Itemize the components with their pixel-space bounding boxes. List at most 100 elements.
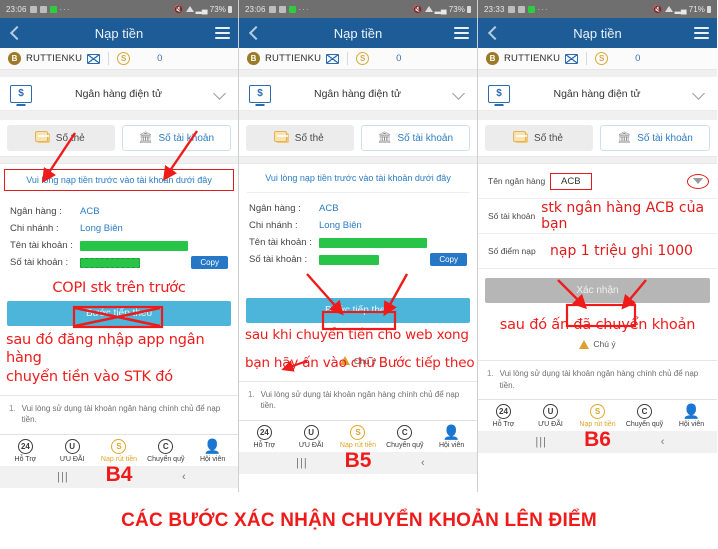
balance-value: 0	[157, 53, 163, 64]
spacer	[0, 111, 238, 120]
deposit-icon: S	[111, 438, 127, 454]
chevron-down-icon[interactable]	[693, 178, 703, 184]
step-label: B4	[105, 462, 133, 486]
nav-item-deposit-withdraw[interactable]: S Nạp rút tiền	[574, 404, 621, 428]
transfer-icon: C	[397, 424, 413, 440]
system-back-icon[interactable]: ‹	[182, 471, 186, 483]
copy-button[interactable]: Copy	[191, 256, 228, 269]
chevron-down-icon[interactable]	[213, 87, 226, 100]
menu-icon[interactable]	[454, 27, 469, 39]
nav-item-transfer[interactable]: C Chuyển quỹ	[381, 424, 428, 449]
signal-icon: ▂▄	[195, 4, 208, 14]
nav-item-deposit-withdraw[interactable]: S Nạp rút tiền	[96, 438, 143, 463]
status-bar: 23:33 ··· 🔇 ▂▄ 71%	[478, 0, 717, 18]
info-label: Tên tài khoản :	[249, 237, 312, 248]
tab-account-number[interactable]: 🏛 Số tài khoản	[360, 125, 470, 151]
nav-item-transfer[interactable]: C Chuyển quỹ	[142, 438, 189, 463]
bank-icon: 🏛	[377, 131, 392, 144]
balance-value: 0	[396, 53, 402, 64]
next-step-button[interactable]: Bước tiếp theo	[246, 298, 470, 323]
panel-row: 23:06 ··· 🔇 ▂▄ 73% Nạp tiền B RUTTIENKU …	[0, 0, 718, 492]
page-title: Nạp tiền	[573, 25, 622, 41]
form-row-account-number[interactable]: Số tài khoản stk ngân hàng ACB của bạn	[478, 199, 717, 234]
username: RUTTIENKU	[504, 53, 561, 64]
avatar: B	[8, 52, 21, 65]
system-back-icon[interactable]: ‹	[661, 436, 665, 448]
mail-icon[interactable]	[565, 53, 579, 64]
tab-account-number[interactable]: 🏛 Số tài khoản	[600, 125, 710, 151]
info-label: Ngân hàng :	[249, 203, 301, 214]
bottom-nav: 24 Hỗ Trợ U ƯU ĐÃI S Nạp rút tiền C Chuy…	[239, 419, 477, 452]
annotation-after-transfer: sau khi chuyển tiền cho web xong	[245, 327, 469, 343]
tab-card-number[interactable]: Số thẻ	[7, 125, 115, 151]
tab-card-label: Số thẻ	[534, 132, 563, 144]
chevron-down-icon[interactable]	[452, 87, 465, 100]
tab-card-label: Số thẻ	[294, 132, 324, 144]
payment-method-label: Ngân hàng điện tử	[553, 87, 641, 100]
mute-icon: 🔇	[173, 4, 184, 14]
cta-container: Bước tiếp theo	[0, 297, 238, 327]
info-label: Số tài khoản :	[249, 254, 308, 265]
nav-label: Hỗ Trợ	[14, 455, 37, 463]
nav-item-promotions[interactable]: U ƯU ĐÃI	[49, 438, 96, 463]
cta-container: Bước tiếp theo	[239, 294, 477, 323]
nav-item-promotions[interactable]: U ƯU ĐÃI	[527, 404, 574, 428]
info-row-account-name: Tên tài khoản :	[10, 237, 228, 254]
nav-item-member[interactable]: 👤 Hội viên	[428, 424, 475, 449]
tab-account-number[interactable]: 🏛 Số tài khoản	[121, 125, 231, 151]
nav-item-member[interactable]: 👤 Hội viên	[189, 438, 236, 463]
info-row-account-name: Tên tài khoản :	[249, 234, 467, 251]
spacer	[239, 111, 477, 120]
annotation-press-next: bạn hãy ấn vào chữ Bước tiếp theo	[245, 354, 475, 371]
more-icon: ···	[298, 4, 310, 14]
coin-icon: S	[595, 52, 609, 65]
nav-label: Hỗ Trợ	[253, 441, 276, 449]
payment-method-selector[interactable]: $ Ngân hàng điện tử	[0, 77, 238, 111]
payment-method-selector[interactable]: $ Ngân hàng điện tử	[239, 77, 477, 111]
nav-label: Hội viên	[678, 421, 705, 429]
form-label: Số tài khoản	[488, 211, 536, 221]
info-row-account-number: Số tài khoản : Copy	[10, 254, 228, 271]
chevron-down-icon[interactable]	[692, 87, 705, 100]
nav-item-support[interactable]: 24 Hỗ Trợ	[480, 404, 527, 428]
annotation-transfer: chuyển tiền vào STK đó	[6, 369, 173, 386]
nav-item-promotions[interactable]: U ƯU ĐÃI	[288, 424, 335, 449]
screenshot-panel-b5: 23:06 ··· 🔇 ▂▄ 73% Nạp tiền B RUTTIENKU …	[239, 0, 478, 492]
menu-icon[interactable]	[694, 27, 709, 39]
mail-icon[interactable]	[87, 53, 101, 64]
bank-name-value[interactable]: ACB	[550, 172, 592, 190]
nav-item-support[interactable]: 24 Hỗ Trợ	[241, 424, 288, 449]
nav-item-support[interactable]: 24 Hỗ Trợ	[2, 438, 49, 463]
tab-bar: Số thẻ 🏛 Số tài khoản	[478, 120, 717, 156]
bank-info-list: Ngân hàng : ACB Chi nhánh : Long Biên Tê…	[0, 196, 238, 275]
mail-icon[interactable]	[326, 53, 340, 64]
status-time: 23:33	[484, 4, 505, 14]
tab-card-number[interactable]: Số thẻ	[485, 125, 593, 151]
payment-method-selector[interactable]: $ Ngân hàng điện tử	[478, 77, 717, 111]
more-icon: ···	[537, 4, 549, 14]
deposit-notice-text: Vui lòng nạp tiền trước vào tài khoản dư…	[26, 175, 212, 185]
nav-item-deposit-withdraw[interactable]: S Nạp rút tiền	[335, 424, 382, 449]
copy-button[interactable]: Copy	[430, 253, 467, 266]
mute-icon: 🔇	[652, 4, 663, 14]
footnote-text: Vui lòng sử dụng tài khoản ngân hàng chí…	[21, 403, 221, 425]
form-row-points[interactable]: Số điểm nạp nạp 1 triệu ghi 1000	[478, 234, 717, 269]
status-time: 23:06	[245, 4, 266, 14]
form-row-bank-name[interactable]: Tên ngân hàng ACB	[478, 164, 717, 199]
account-number-annotation: stk ngân hàng ACB của bạn	[541, 200, 705, 232]
more-icon: ···	[59, 4, 71, 14]
confirm-button[interactable]: Xác nhận	[485, 278, 710, 303]
app-icon	[278, 5, 286, 13]
menu-icon[interactable]	[215, 27, 230, 39]
balance-value: 0	[635, 53, 641, 64]
deposit-icon: S	[590, 404, 605, 420]
nav-item-member[interactable]: 👤 Hội viên	[668, 403, 715, 429]
spacer	[0, 156, 238, 164]
support-icon: 24	[17, 438, 33, 454]
next-step-button[interactable]: Bước tiếp theo	[7, 301, 231, 327]
system-back-icon[interactable]: ‹	[421, 457, 425, 469]
image-icon	[268, 5, 276, 13]
nav-item-transfer[interactable]: C Chuyển quỹ	[621, 404, 668, 428]
monitor-icon: $	[10, 84, 32, 103]
tab-card-number[interactable]: Số thẻ	[246, 125, 354, 151]
